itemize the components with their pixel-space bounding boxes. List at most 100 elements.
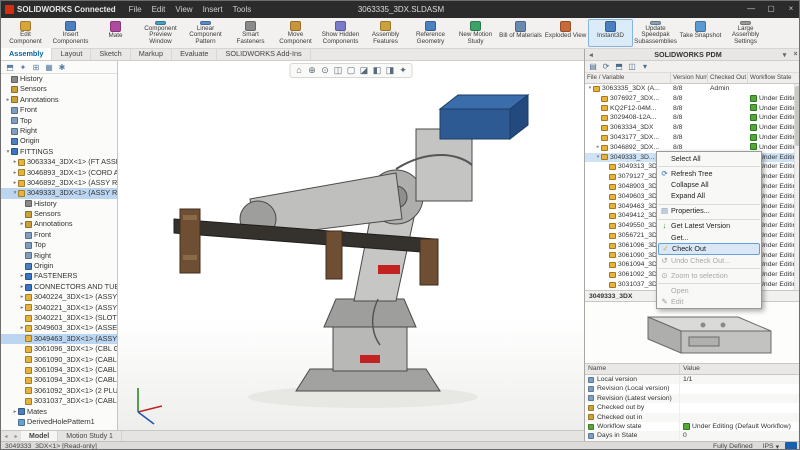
feature-tree-item[interactable]: Top <box>1 116 117 126</box>
feature-tree-item[interactable]: Right <box>1 251 117 261</box>
menubar-item[interactable]: Insert <box>198 1 228 18</box>
feature-tree-item[interactable]: Origin <box>1 261 117 271</box>
pdm-table-row[interactable]: KQ2F12-04M... 8/8 Under Editing (Default… <box>585 104 800 114</box>
context-menu-item[interactable]: ⟳ Refresh Tree <box>658 166 760 179</box>
feature-tree-item[interactable]: ▸ 3063334_3DX<1> (FT ASSEMBLY EQ... <box>1 157 117 167</box>
ribbon-button[interactable]: Instant3D <box>588 19 633 47</box>
propertymanager-tab-icon[interactable]: ✦ <box>17 62 29 73</box>
property-row[interactable]: Local version 1/1 <box>585 375 800 384</box>
ribbon-button[interactable]: Reference Geometry <box>408 19 453 47</box>
edit-appearance-icon[interactable]: ◨ <box>384 64 397 77</box>
column-workflow-state[interactable]: Workflow State <box>748 73 800 83</box>
property-row[interactable]: Checked out in <box>585 413 800 422</box>
context-menu-item[interactable]: Select All <box>658 153 760 164</box>
ribbon-button[interactable]: Bill of Materials <box>498 19 543 47</box>
split-view-icon[interactable]: ◫ <box>626 61 638 72</box>
context-menu-item[interactable]: ⊙ Zoom to selection <box>658 268 760 281</box>
column-checked-out-by[interactable]: Checked Out By <box>708 73 748 83</box>
feature-tree-item[interactable]: DerivedHolePattern1 <box>1 417 117 427</box>
column-file-variable[interactable]: File / Variable <box>585 73 671 83</box>
maximize-icon[interactable]: ▢ <box>761 1 781 18</box>
more-options-icon[interactable]: ▾ <box>639 61 651 72</box>
feature-tree-item[interactable]: 3061094_3DX<1> (CABLE GROMM... <box>1 365 117 375</box>
feature-tree-item[interactable]: ▸ 3040221_3DX<1> (ASSY RBT... <box>1 303 117 313</box>
minimize-icon[interactable]: — <box>741 1 761 18</box>
command-tab[interactable]: Evaluate <box>172 48 217 60</box>
feature-tree-item[interactable]: 3049463_3DX<1> (ASSY RBT EX600... <box>1 334 117 344</box>
ribbon-button[interactable]: Move Component <box>273 19 318 47</box>
context-menu-item[interactable]: Open <box>658 283 760 296</box>
feature-tree-item[interactable]: ▸ FASTENERS <box>1 271 117 281</box>
feature-tree-item[interactable]: History <box>1 199 117 209</box>
graphics-viewport[interactable]: ⌂⊕⊙◫▢◪◧◨✦ <box>118 61 584 430</box>
feature-tree-item[interactable]: 3061096_3DX<1> (CBL GROMMET... <box>1 344 117 354</box>
pdm-table-row[interactable]: ▾ 3063335_3DX (A... 8/8 Admin <box>585 84 800 94</box>
feature-tree-item[interactable]: Front <box>1 230 117 240</box>
context-menu-item[interactable]: Get... <box>658 232 760 243</box>
robot-model[interactable] <box>128 69 574 421</box>
close-icon[interactable]: × <box>781 1 800 18</box>
property-row[interactable]: Checked out by <box>585 403 800 412</box>
menubar-item[interactable]: Edit <box>147 1 171 18</box>
command-tab[interactable]: Layout <box>52 48 91 60</box>
feature-tree-item[interactable]: ▸ 3046893_3DX<1> (CORD ASSEMBLY EQ... <box>1 168 117 178</box>
ribbon-button[interactable]: Component Preview Window <box>138 19 183 47</box>
feature-tree-item[interactable]: ▸ Annotations <box>1 219 117 229</box>
file-list-icon[interactable]: ▤ <box>587 61 599 72</box>
feature-tree-item[interactable]: 3061094_3DX<1> (CABLE GROMM... <box>1 375 117 385</box>
ribbon-button[interactable]: Assembly Features <box>363 19 408 47</box>
ribbon-button[interactable]: Take Snapshot <box>678 19 723 47</box>
pdm-table-row[interactable]: 3029408-12A... 8/8 Under Editing (Defaul… <box>585 113 800 123</box>
ribbon-button[interactable]: Smart Fasteners <box>228 19 273 47</box>
context-menu-item[interactable]: ✓ Check Out <box>658 243 760 255</box>
preview-pane-icon[interactable]: ⬒ <box>613 61 625 72</box>
feature-tree-item[interactable]: Sensors <box>1 209 117 219</box>
pdm-table-row[interactable]: 3076927_3DX... 8/8 Under Editing (Defaul… <box>585 94 800 104</box>
featuremanager-tab-icon[interactable]: ⬒ <box>4 62 16 73</box>
menubar-item[interactable]: Tools <box>228 1 257 18</box>
pdm-scrollbar[interactable] <box>794 84 800 290</box>
tab-scroll-left-icon[interactable]: ◂ <box>1 433 11 440</box>
refresh-icon[interactable]: ⟳ <box>600 61 612 72</box>
tab-scroll-right-icon[interactable]: ▸ <box>11 433 21 440</box>
feature-tree-item[interactable]: 3061090_3DX<1> (CABLE GROMM... <box>1 355 117 365</box>
command-tab[interactable]: SOLIDWORKS Add-Ins <box>217 48 310 60</box>
collapse-panel-icon[interactable]: ◂ <box>585 51 597 59</box>
feature-tree-item[interactable]: Sensors <box>1 84 117 94</box>
property-row[interactable]: Days in State 0 <box>585 431 800 440</box>
ribbon-button[interactable]: Insert Components <box>48 19 93 47</box>
feature-tree-item[interactable]: Origin <box>1 136 117 146</box>
property-row[interactable]: Revision (Local version) <box>585 384 800 393</box>
ribbon-button[interactable]: Large Assembly Settings <box>723 19 768 47</box>
close-panel-icon[interactable]: × <box>790 51 800 58</box>
configurationmanager-tab-icon[interactable]: ⊞ <box>30 62 42 73</box>
units-selector[interactable]: IPS <box>763 443 774 450</box>
units-dropdown-icon[interactable]: ▾ <box>776 443 779 450</box>
property-row[interactable]: Workflow state Under Editing (Default Wo… <box>585 422 800 431</box>
menubar-item[interactable]: View <box>170 1 197 18</box>
ribbon-button[interactable]: New Motion Study <box>453 19 498 47</box>
feature-tree-item[interactable]: Right <box>1 126 117 136</box>
context-menu-item[interactable]: ↓ Get Latest Version <box>658 219 760 232</box>
ribbon-button[interactable]: Mate <box>93 19 138 47</box>
pdm-preview-pane[interactable] <box>585 302 800 364</box>
zoom-fit-icon[interactable]: ⌂ <box>293 64 306 77</box>
ribbon-button[interactable]: Update Speedpak Subassemblies <box>633 19 678 47</box>
command-tab[interactable]: Markup <box>131 48 172 60</box>
property-row[interactable]: Revision (Latest version) <box>585 394 800 403</box>
zoom-area-icon[interactable]: ⊕ <box>306 64 319 77</box>
hide-show-items-icon[interactable]: ◧ <box>371 64 384 77</box>
dimxpert-tab-icon[interactable]: ▦ <box>43 62 55 73</box>
feature-tree-item[interactable]: ▾ FITTINGS <box>1 147 117 157</box>
ribbon-button[interactable]: Edit Component <box>3 19 48 47</box>
scrollbar-thumb[interactable] <box>795 86 800 146</box>
feature-tree-item[interactable]: Front <box>1 105 117 115</box>
context-menu-item[interactable]: ↺ Undo Check Out... <box>658 255 760 266</box>
ribbon-button[interactable]: Exploded View <box>543 19 588 47</box>
model-tab[interactable]: Model <box>21 431 58 442</box>
feature-tree-item[interactable]: ▸ 3049603_3DX<1> (ASSEMBLY ROBOT... <box>1 323 117 333</box>
feature-tree-item[interactable]: 3040221_3DX<1> (SLOTTED DIN RA... <box>1 313 117 323</box>
ribbon-button[interactable]: Linear Component Pattern <box>183 19 228 47</box>
feature-tree-item[interactable]: ▸ 3046892_3DX<1> (ASSY ROBOT TOOL C... <box>1 178 117 188</box>
ribbon-button[interactable]: Show Hidden Components <box>318 19 363 47</box>
